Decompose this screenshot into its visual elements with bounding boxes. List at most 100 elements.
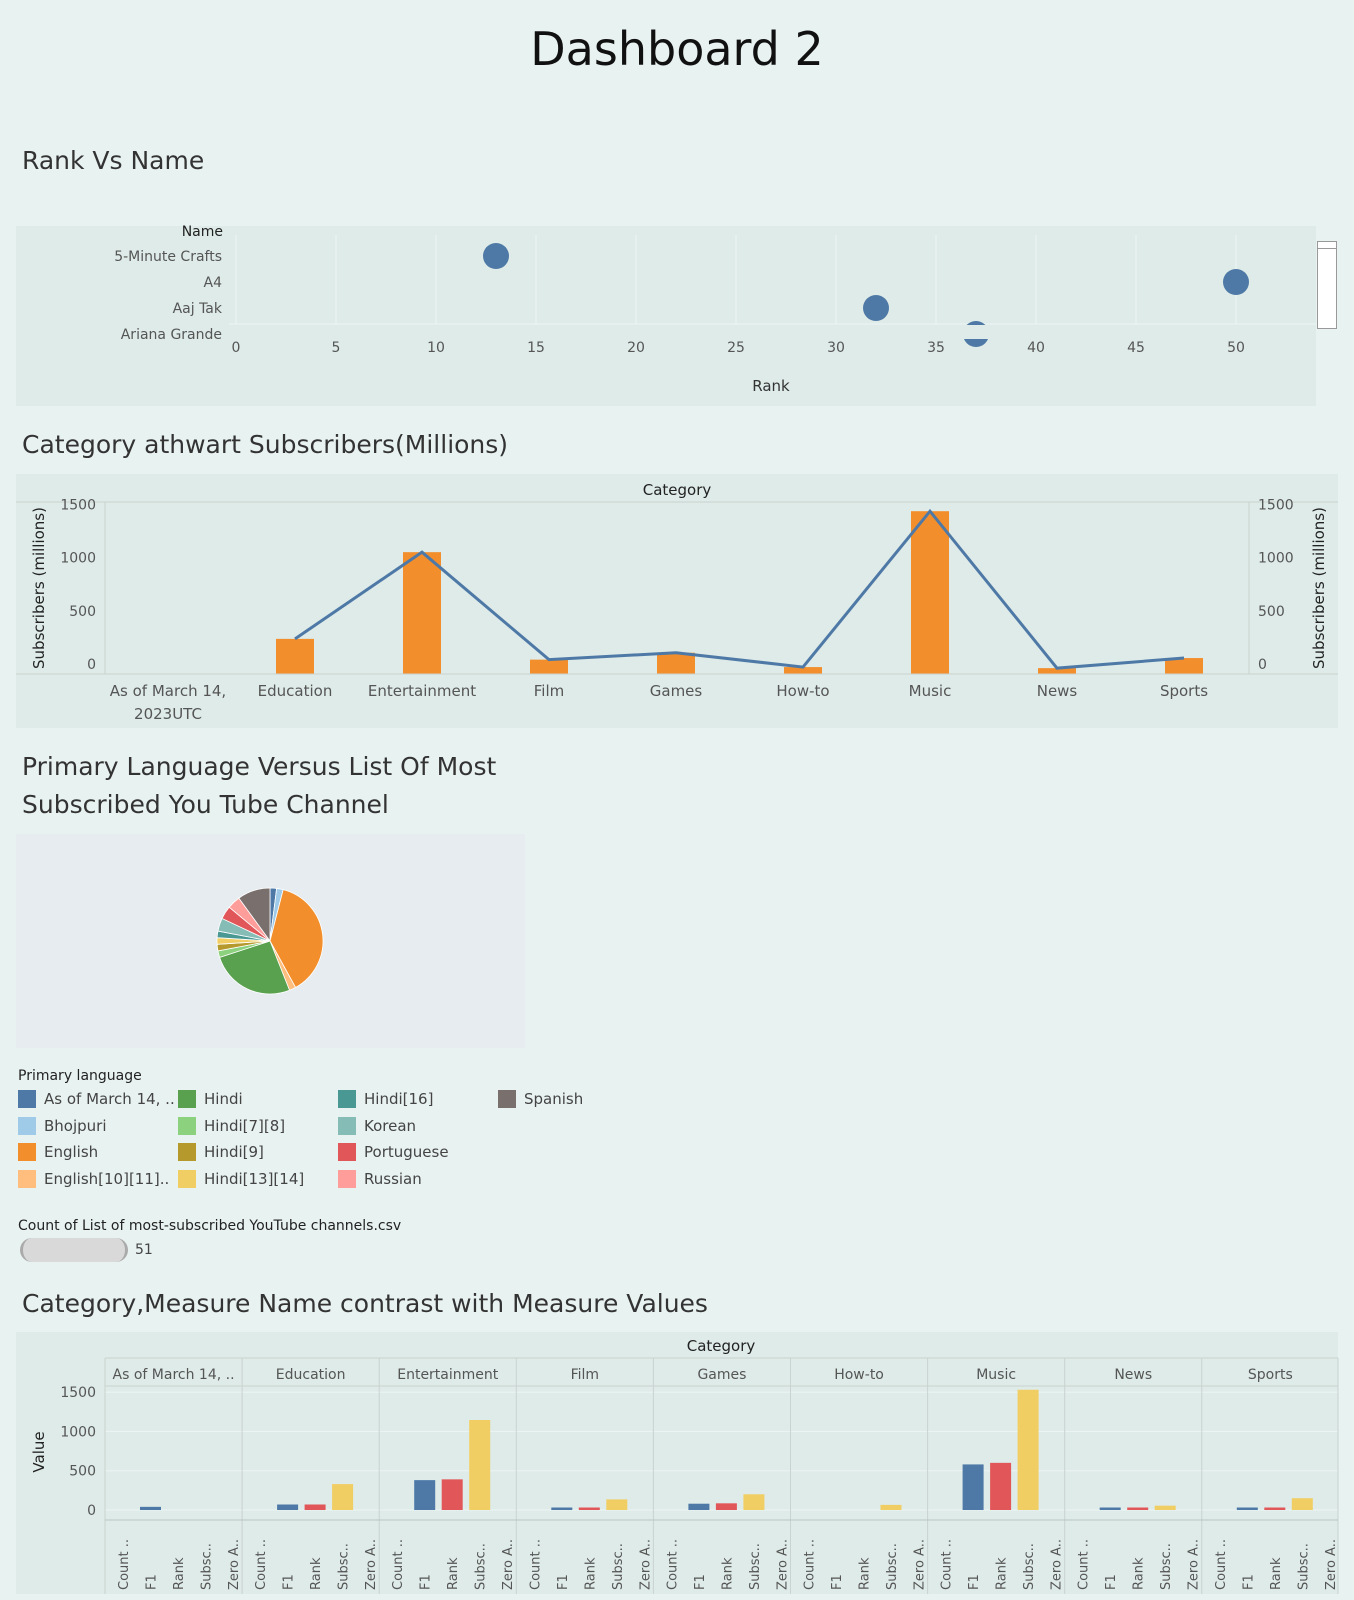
- measure-label: Subsc..: [337, 1543, 352, 1590]
- panel-header: Entertainment: [397, 1367, 499, 1383]
- y-tick-label: 1000: [60, 1424, 96, 1440]
- measure-bar: [332, 1484, 354, 1510]
- legend-swatch: [338, 1090, 356, 1108]
- right-y-axis-label: Subscribers (millions): [1310, 507, 1328, 669]
- x-tick-label: Education: [258, 682, 333, 700]
- measure-label: Zero A..: [364, 1539, 379, 1590]
- measure-label: Zero A..: [913, 1539, 928, 1590]
- measure-bar: [469, 1420, 491, 1510]
- legend-label: Hindi[9]: [204, 1143, 264, 1161]
- measure-label: Zero A..: [775, 1539, 790, 1590]
- measure-bar: [551, 1507, 573, 1510]
- measure-bar: [1127, 1507, 1149, 1510]
- panel-header: How-to: [834, 1367, 884, 1383]
- legend-label: Portuguese: [364, 1143, 449, 1161]
- category-measure-title: Category,Measure Name contrast with Meas…: [22, 1289, 708, 1318]
- measure-label: Subsc..: [885, 1543, 900, 1590]
- legend-swatch: [338, 1170, 356, 1188]
- scatter-point: [863, 295, 889, 321]
- legend-item[interactable]: Hindi[9]: [178, 1143, 264, 1161]
- count-title: Count of List of most-subscribed YouTube…: [18, 1218, 402, 1234]
- measure-bar: [743, 1494, 765, 1510]
- subscriber-bar: [911, 511, 949, 674]
- legend-swatch: [178, 1143, 196, 1161]
- legend-item[interactable]: Russian: [338, 1170, 422, 1188]
- measure-label: Rank: [446, 1557, 461, 1590]
- language-pie-chart: [16, 834, 525, 1048]
- legend-item[interactable]: Bhojpuri: [18, 1117, 107, 1135]
- measure-bar: [1291, 1498, 1313, 1510]
- measure-label: F1: [282, 1574, 297, 1590]
- panel-header: As of March 14, ..: [113, 1367, 235, 1383]
- x-tick-label: 15: [527, 340, 545, 356]
- legend-item[interactable]: Hindi: [178, 1090, 243, 1108]
- measure-label: Count ..: [391, 1539, 406, 1590]
- legend-item[interactable]: Spanish: [498, 1090, 583, 1108]
- panel-header: Education: [276, 1367, 346, 1383]
- x-tick-label: 45: [1127, 340, 1145, 356]
- legend-item[interactable]: English[10][11]..: [18, 1170, 169, 1188]
- legend-item[interactable]: Korean: [338, 1117, 416, 1135]
- measure-bar: [715, 1503, 737, 1510]
- legend-item[interactable]: Hindi[13][14]: [178, 1170, 304, 1188]
- y-tick-label: A4: [204, 275, 223, 291]
- legend-label: Hindi: [204, 1090, 243, 1108]
- x-tick-label: Games: [650, 682, 703, 700]
- legend-swatch: [18, 1117, 36, 1135]
- panel-header: Games: [697, 1367, 746, 1383]
- legend-item[interactable]: Portuguese: [338, 1143, 449, 1161]
- measure-label: Rank: [583, 1557, 598, 1590]
- legend-item[interactable]: Hindi[7][8]: [178, 1117, 285, 1135]
- measure-label: F1: [693, 1574, 708, 1590]
- x-tick-label: 40: [1027, 340, 1045, 356]
- legend-swatch: [338, 1117, 356, 1135]
- measure-label: Zero A..: [501, 1539, 516, 1590]
- measure-label: Zero A..: [1187, 1539, 1202, 1590]
- x-tick-label: News: [1037, 682, 1078, 700]
- measure-bar: [414, 1480, 436, 1510]
- measure-label: Subsc..: [474, 1543, 489, 1590]
- y-tick-label: Ariana Grande: [121, 327, 222, 343]
- legend-swatch: [338, 1143, 356, 1161]
- subscriber-bar: [657, 652, 695, 674]
- left-y-axis-label: Subscribers (millions): [30, 507, 48, 669]
- legend-swatch: [178, 1170, 196, 1188]
- measure-label: Zero A..: [227, 1539, 242, 1590]
- scrollbar[interactable]: [1317, 241, 1337, 329]
- legend-item[interactable]: English: [18, 1143, 98, 1161]
- legend-swatch: [18, 1143, 36, 1161]
- legend-item[interactable]: Hindi[16]: [338, 1090, 433, 1108]
- y-tick-label: Aaj Tak: [173, 301, 223, 317]
- measure-label: F1: [967, 1574, 982, 1590]
- x-tick-label: 30: [827, 340, 845, 356]
- y-tick-label: 500: [69, 1464, 96, 1480]
- measure-label: Subsc..: [748, 1543, 763, 1590]
- y-tick-label-right: 1000: [1258, 551, 1294, 567]
- measure-bar: [688, 1503, 710, 1510]
- measure-bar: [1236, 1507, 1258, 1510]
- legend-item[interactable]: As of March 14, ..: [18, 1090, 175, 1108]
- measure-label: Subsc..: [1159, 1543, 1174, 1590]
- measure-bar: [140, 1506, 161, 1510]
- legend-swatch: [178, 1090, 196, 1108]
- category-header: Category: [643, 481, 712, 499]
- measure-label: F1: [1241, 1574, 1256, 1590]
- legend-label: English[10][11]..: [44, 1170, 170, 1188]
- y-tick-label: 5-Minute Crafts: [114, 249, 222, 265]
- measure-label: Rank: [309, 1557, 324, 1590]
- measure-label: Zero A..: [1050, 1539, 1065, 1590]
- measure-label: Rank: [1269, 1557, 1284, 1590]
- measure-label: Rank: [1132, 1557, 1147, 1590]
- measure-bar: [990, 1462, 1012, 1510]
- x-tick-label: 0: [232, 340, 241, 356]
- measure-label: Rank: [858, 1557, 873, 1590]
- measure-label: F1: [419, 1574, 434, 1590]
- measure-label: Count ..: [803, 1539, 818, 1590]
- measure-bar: [1264, 1507, 1286, 1510]
- measure-bar: [277, 1504, 299, 1510]
- measure-label: Zero A..: [1324, 1539, 1339, 1590]
- x-tick-label: As of March 14,: [110, 682, 226, 700]
- measure-label: Rank: [995, 1557, 1010, 1590]
- measure-bar: [606, 1499, 628, 1510]
- x-tick-label: How-to: [776, 682, 829, 700]
